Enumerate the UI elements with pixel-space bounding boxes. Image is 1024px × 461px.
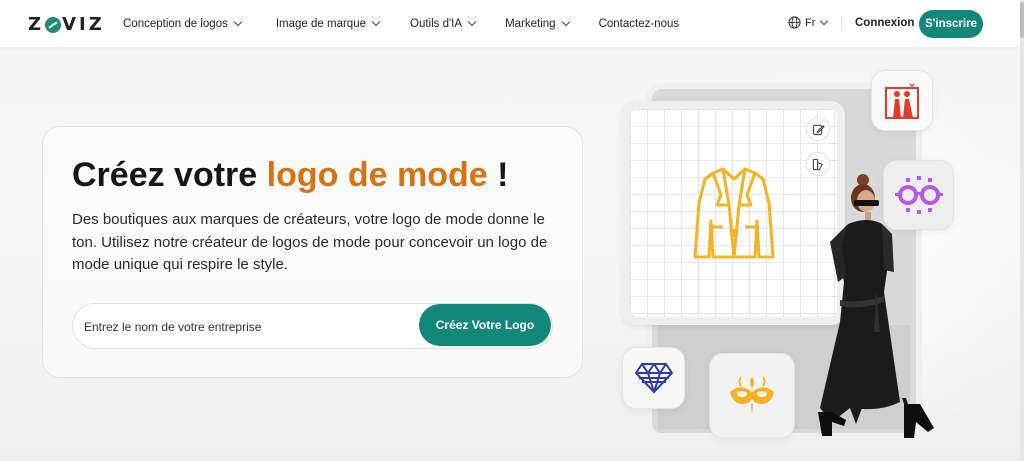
nav-label: Outils d'IA	[410, 17, 463, 30]
nav-label: Conception de logos	[123, 17, 228, 30]
login-link[interactable]: Connexion	[855, 17, 914, 29]
nav-label: Marketing	[505, 17, 556, 30]
diamond-logo-card	[622, 347, 685, 409]
language-selector[interactable]: Fr	[788, 16, 829, 29]
couple-logo-card	[871, 70, 933, 131]
couple-icon	[885, 83, 919, 119]
nav-item-ai-tools[interactable]: Outils d'IA	[410, 17, 477, 30]
nav-item-branding[interactable]: Image de marque	[275, 17, 381, 30]
chevron-down-icon	[371, 17, 381, 26]
header-divider	[841, 17, 842, 30]
fashion-model-image	[818, 174, 934, 438]
edit-icon	[812, 124, 825, 135]
diamond-icon	[634, 363, 673, 393]
title-start: Créez votre	[72, 156, 267, 194]
title-end: !	[487, 156, 509, 194]
main-nav: Conception de logos Image de marque Outi…	[123, 0, 679, 47]
chevron-down-icon	[820, 16, 829, 25]
jacket-icon	[693, 167, 775, 259]
zoviz-logo[interactable]: Z VIZ	[28, 14, 105, 35]
language-label: Fr	[805, 16, 816, 29]
create-logo-button[interactable]: Créez Votre Logo	[419, 304, 551, 346]
palette-icon	[812, 158, 823, 170]
model-head	[851, 174, 879, 222]
chevron-down-icon	[561, 17, 570, 26]
globe-icon	[788, 16, 801, 29]
page-scrollbar[interactable]	[1020, 0, 1024, 461]
nav-label: Contactez-nous	[598, 17, 680, 30]
nav-label: Image de marque	[275, 17, 366, 30]
nav-item-marketing[interactable]: Marketing	[505, 17, 570, 30]
hero-description: Des boutiques aux marques de créateurs, …	[72, 211, 548, 273]
nav-item-logo-design[interactable]: Conception de logos	[123, 17, 243, 30]
nav-item-contact[interactable]: Contactez-nous	[599, 18, 680, 30]
company-name-input[interactable]	[84, 316, 404, 338]
signup-button[interactable]: S'inscrire	[919, 10, 983, 38]
edit-button[interactable]	[806, 117, 830, 141]
title-accent: logo de mode	[266, 156, 488, 194]
mask-icon	[730, 375, 774, 414]
hero-title: Créez votre logo de mode !	[72, 156, 508, 195]
chevron-down-icon	[467, 17, 477, 26]
scrollbar-thumb[interactable]	[1020, 2, 1024, 38]
top-navbar: Z VIZ Conception de logos Image de marque…	[0, 0, 1020, 47]
mask-logo-card	[709, 353, 795, 438]
logo-o-icon	[45, 16, 62, 33]
chevron-down-icon	[233, 17, 243, 26]
